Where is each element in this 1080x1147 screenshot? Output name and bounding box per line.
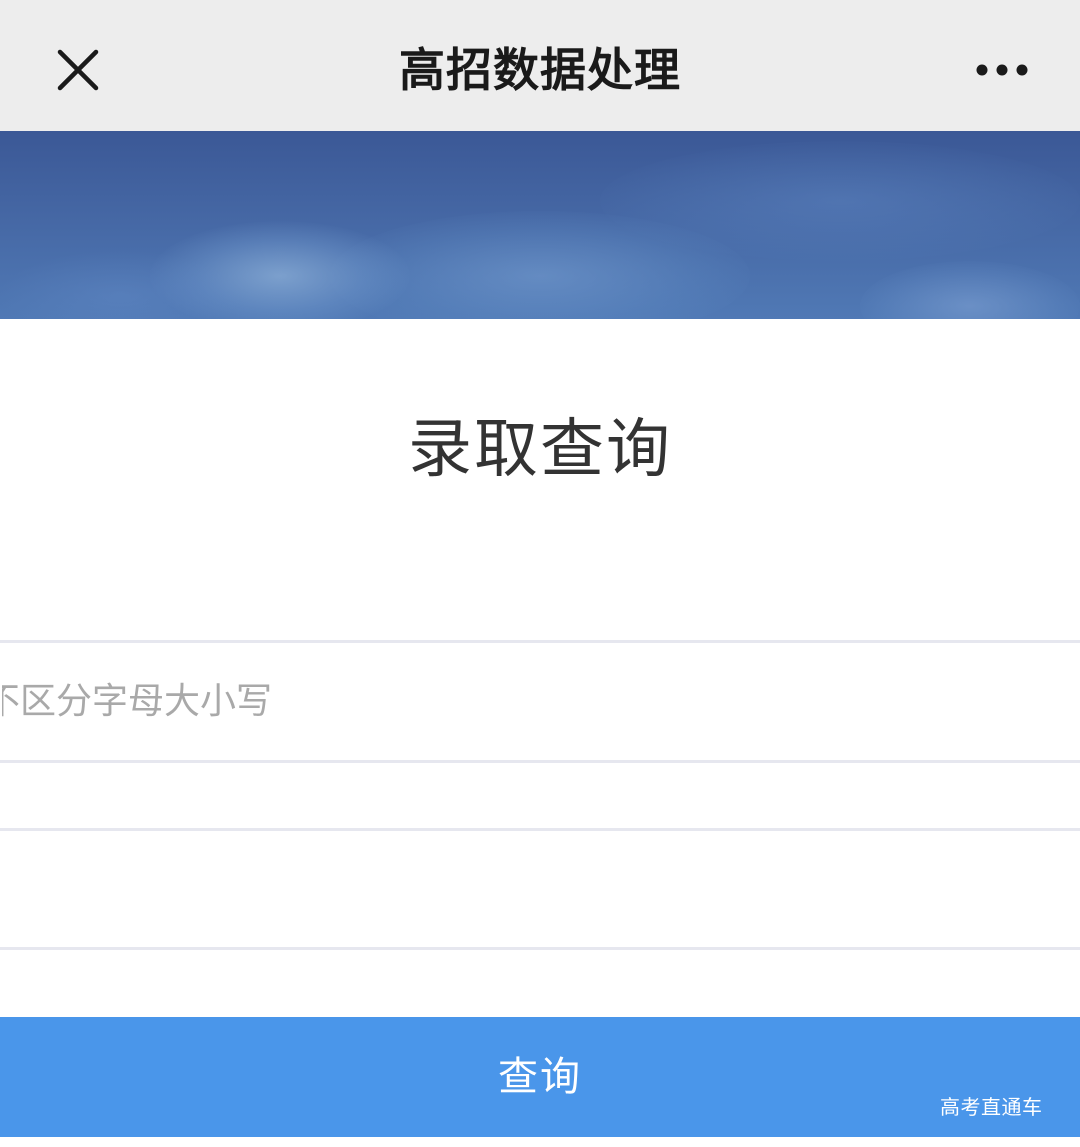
admission-number-input[interactable] (0, 643, 1080, 760)
close-button[interactable] (38, 30, 118, 110)
more-horizontal-icon (976, 64, 1028, 76)
query-button[interactable]: 查询 (0, 1017, 1080, 1137)
banner-image (0, 131, 1080, 319)
banner-cloud (860, 261, 1080, 319)
field-row (0, 643, 1080, 760)
page: 高招数据处理 录取查询 查询 高考直通车 (0, 0, 1080, 1147)
field-2-input[interactable] (0, 763, 1080, 828)
close-icon (57, 49, 99, 91)
page-title: 高招数据处理 (399, 43, 681, 97)
field-row (0, 831, 1080, 947)
more-options-button[interactable] (960, 44, 1050, 94)
field-row (0, 763, 1080, 828)
divider (0, 947, 1080, 950)
nav-bar: 高招数据处理 (0, 0, 1080, 131)
form-heading: 录取查询 (408, 413, 672, 487)
field-3-input[interactable] (0, 831, 1080, 947)
watermark-text: 高考直通车 (940, 1095, 1043, 1119)
